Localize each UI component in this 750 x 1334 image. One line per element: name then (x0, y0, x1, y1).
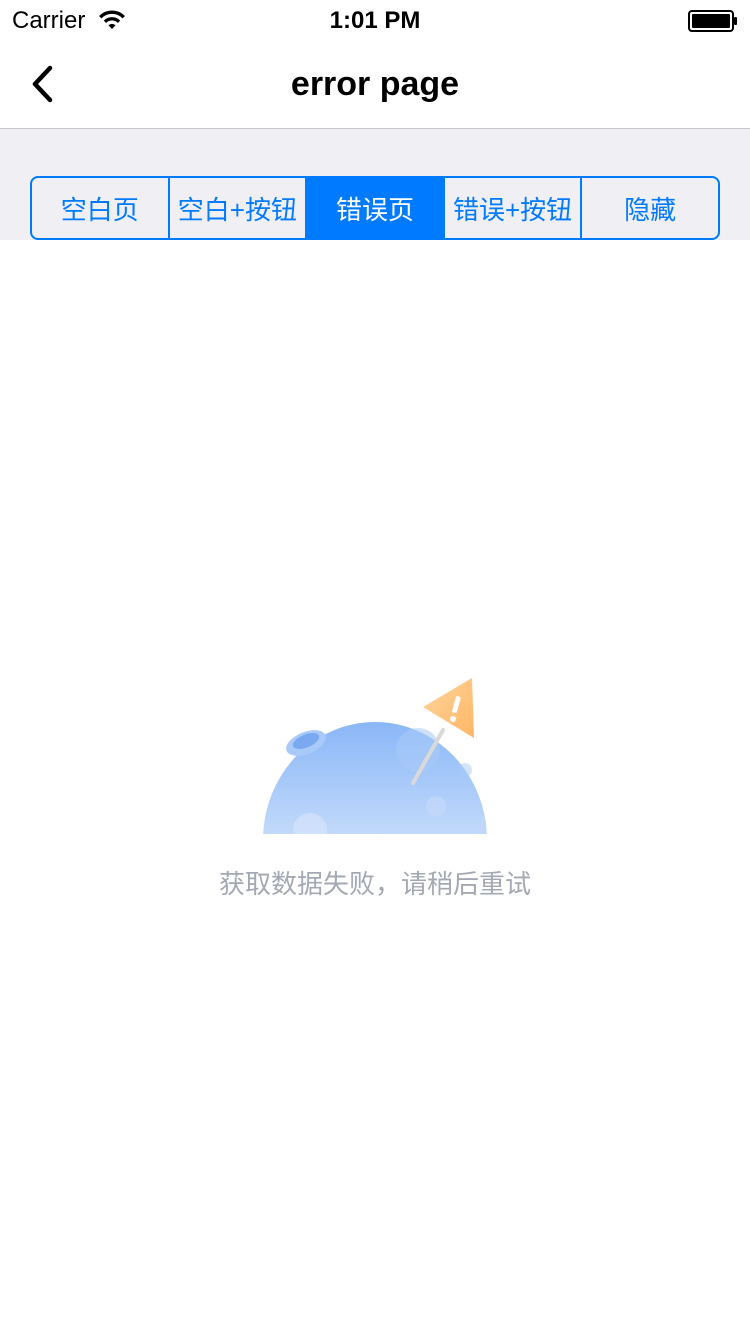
back-button[interactable] (20, 58, 72, 110)
error-planet-warning-icon (263, 678, 487, 834)
error-page-screen: Carrier 1:01 PM error page 空白页 空白+按钮 错误页… (0, 0, 750, 1334)
segment-error-page[interactable]: 错误页 (307, 178, 445, 238)
segment-area: 空白页 空白+按钮 错误页 错误+按钮 隐藏 (0, 129, 750, 240)
page-title: error page (290, 65, 460, 103)
battery-icon (688, 10, 737, 32)
status-bar: Carrier 1:01 PM (0, 0, 750, 40)
segmented-control: 空白页 空白+按钮 错误页 错误+按钮 隐藏 (30, 176, 720, 240)
chevron-left-icon (32, 65, 53, 103)
status-time: 1:01 PM (329, 7, 421, 34)
error-message: 获取数据失败，请稍后重试 (218, 869, 531, 899)
segment-blank-page[interactable]: 空白页 (32, 178, 170, 238)
segment-error-with-button[interactable]: 错误+按钮 (445, 178, 583, 238)
navigation-bar: error page (0, 40, 750, 129)
segment-blank-with-button[interactable]: 空白+按钮 (170, 178, 308, 238)
segment-hide[interactable]: 隐藏 (582, 178, 718, 238)
